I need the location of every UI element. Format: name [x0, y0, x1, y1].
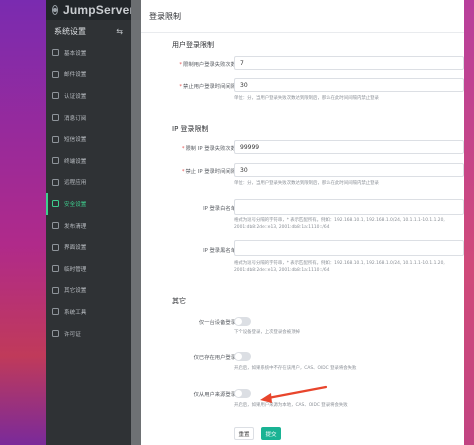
sidebar-item-label: 认证设置: [64, 93, 87, 100]
red-arrow-annotation-icon: [260, 385, 328, 403]
sidebar-item-notifications[interactable]: 消息订阅: [46, 107, 131, 129]
bell-icon: [52, 114, 59, 122]
brand-name: JumpServer: [63, 3, 135, 17]
submit-button[interactable]: 提交: [261, 427, 281, 440]
user-icon: [52, 92, 59, 100]
gear-icon: [52, 49, 59, 57]
sidebar-item-temp[interactable]: 临时管理: [46, 258, 131, 280]
sidebar-item-label: 终端设置: [64, 158, 87, 165]
user-block-time-label: *禁止用户登录时间间隔: [179, 84, 236, 90]
sidebar-item-sms[interactable]: 短信设置: [46, 128, 131, 150]
ip-block-time-label: *禁止 IP 登录时间间隔: [181, 169, 236, 175]
user-fail-times-input[interactable]: 7: [234, 56, 464, 70]
ip-fail-times-label: *限制 IP 登录失败次数: [181, 146, 236, 152]
sidebar-item-label: 基本设置: [64, 50, 87, 57]
sidebar: JumpServer 系统设置 ⇆ 基本设置 邮件设置 认证设置 消息订阅 短信…: [46, 0, 135, 445]
user-fail-times-label: *限制用户登录失败次数: [179, 62, 236, 68]
login-limit-drawer: 登录限制 用户登录限制 *限制用户登录失败次数 7 *禁止用户登录时间间隔 30…: [141, 0, 464, 445]
user-block-time-input[interactable]: 30: [234, 78, 464, 92]
ip-blacklist-hint: 格式为逗号分隔的字符串，* 表示匹配所有。例如：192.168.10.1, 19…: [234, 261, 445, 273]
sidebar-item-label: 安全设置: [64, 201, 87, 208]
license-icon: [52, 330, 59, 338]
sms-icon: [52, 135, 59, 143]
jumpserver-logo-icon: [52, 5, 58, 15]
user-source-label: 仅从用户来源登录: [193, 392, 236, 398]
ip-fail-times-input[interactable]: 99999: [234, 140, 464, 154]
sidebar-item-label: 邮件设置: [64, 72, 87, 79]
palette-icon: [52, 243, 59, 251]
desktop-background-left: [0, 0, 46, 445]
existing-user-hint: 开启后，如果系统中不存在该用户，CAS、OIDC 登录将会失败: [234, 366, 357, 371]
sidebar-item-other[interactable]: 其它设置: [46, 280, 131, 302]
sidebar-item-basic[interactable]: 基本设置: [46, 42, 131, 64]
sidebar-item-label: 发布清理: [64, 223, 87, 230]
sidebar-item-label: 临时管理: [64, 266, 87, 273]
sidebar-header: 系统设置 ⇆: [46, 20, 131, 42]
sidebar-item-label: 其它设置: [64, 288, 87, 295]
sidebar-item-email[interactable]: 邮件设置: [46, 64, 131, 86]
sidebar-item-label: 短信设置: [64, 137, 87, 144]
single-login-label: 仅一台设备登录: [198, 320, 236, 326]
sidebar-item-cleanup[interactable]: 发布清理: [46, 215, 131, 237]
ip-section-title: IP 登录限制: [172, 125, 209, 133]
ip-blacklist-label: IP 登录黑名单: [203, 248, 236, 254]
ip-whitelist-textarea[interactable]: [234, 199, 464, 215]
single-login-hint: 下个设备登录，上次登录会被顶掉: [234, 330, 300, 335]
tool-icon: [52, 308, 59, 316]
ip-whitelist-label: IP 登录白名单: [203, 206, 236, 212]
user-section-title: 用户登录限制: [172, 41, 214, 49]
sidebar-item-license[interactable]: 许可证: [46, 323, 131, 345]
existing-user-toggle[interactable]: [234, 352, 251, 361]
sidebar-item-label: 系统工具: [64, 309, 87, 316]
app-icon: [52, 178, 59, 186]
other-section-title: 其它: [172, 297, 186, 305]
single-login-toggle[interactable]: [234, 317, 251, 326]
desktop-background-right: [464, 0, 474, 445]
ip-block-time-hint: 单位：分，当用户登录失败次数达到限制后，那么在此时间间隔内禁止登录: [234, 181, 379, 186]
sidebar-item-security[interactable]: 安全设置: [46, 193, 131, 215]
ip-blacklist-textarea[interactable]: [234, 240, 464, 256]
sidebar-item-terminal[interactable]: 终端设置: [46, 150, 131, 172]
switch-view-icon[interactable]: ⇆: [116, 27, 123, 36]
user-source-toggle[interactable]: [234, 389, 251, 398]
sidebar-item-remote-app[interactable]: 远程应用: [46, 172, 131, 194]
app-window: JumpServer 系统设置 ⇆ 基本设置 邮件设置 认证设置 消息订阅 短信…: [46, 0, 464, 445]
sidebar-item-label: 消息订阅: [64, 115, 87, 122]
terminal-icon: [52, 157, 59, 165]
mail-icon: [52, 70, 59, 78]
sidebar-title: 系统设置: [54, 26, 86, 36]
shield-icon: [52, 200, 59, 208]
sidebar-item-interface[interactable]: 界面设置: [46, 236, 131, 258]
sidebar-item-tools[interactable]: 系统工具: [46, 301, 131, 323]
sidebar-item-label: 界面设置: [64, 245, 87, 252]
ip-whitelist-hint: 格式为逗号分隔的字符串，* 表示匹配所有。例如：192.168.10.1, 19…: [234, 218, 445, 230]
sidebar-item-label: 许可证: [64, 331, 81, 338]
drawer-title: 登录限制: [141, 0, 464, 33]
sidebar-item-auth[interactable]: 认证设置: [46, 85, 131, 107]
reset-button[interactable]: 重置: [234, 427, 254, 440]
more-icon: [52, 286, 59, 294]
sidebar-item-label: 远程应用: [64, 180, 87, 187]
ip-block-time-input[interactable]: 30: [234, 163, 464, 177]
sidebar-menu: 基本设置 邮件设置 认证设置 消息订阅 短信设置 终端设置 远程应用 安全设置 …: [46, 42, 131, 344]
logo: JumpServer: [46, 0, 135, 20]
clock-icon: [52, 265, 59, 273]
user-block-time-hint: 单位：分，当用户登录失败次数达到限制后，那么在此时间间隔内禁止登录: [234, 96, 379, 101]
clean-icon: [52, 222, 59, 230]
existing-user-label: 仅已存在用户登录: [193, 355, 236, 361]
